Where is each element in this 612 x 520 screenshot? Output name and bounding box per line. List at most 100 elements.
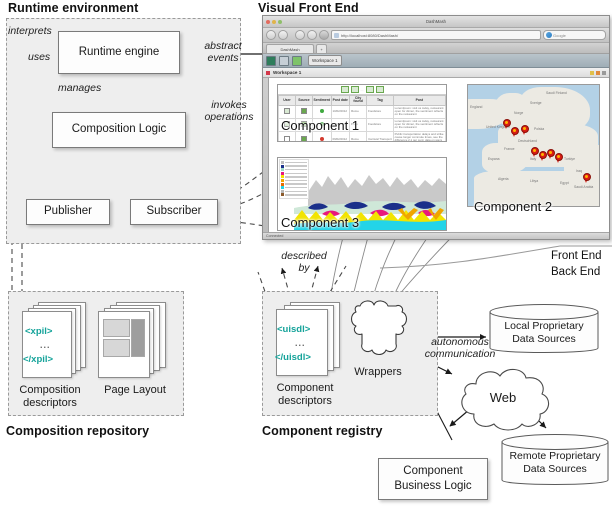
map-label: Norge xyxy=(514,111,524,115)
section-title-composition-repository: Composition repository xyxy=(6,424,150,438)
component-1-caption: Component 1 xyxy=(281,118,360,133)
invokes-line2: operations xyxy=(204,111,254,124)
label-invokes-operations: invokes operations xyxy=(196,99,262,123)
uisdl-close-tag: </uisdl> xyxy=(275,352,311,363)
cell-post: LoremIpsum: visit us today, restaurant o… xyxy=(392,117,446,132)
app-toolbar[interactable]: Workspace 1 xyxy=(263,54,609,68)
local-data-sources-label: Local Proprietary Data Sources xyxy=(488,320,600,346)
workspace-chip[interactable]: Workspace 1 xyxy=(308,55,342,66)
workspace-canvas[interactable]: ··· User Source Sentiment Post date City… xyxy=(263,78,609,232)
open-icon[interactable] xyxy=(279,55,289,66)
local-sources-line1: Local Proprietary xyxy=(504,320,584,332)
row-sentiment-dot xyxy=(319,109,324,114)
save-icon[interactable] xyxy=(266,55,276,66)
component-1-table-widget[interactable]: ··· User Source Sentiment Post date City… xyxy=(277,84,447,142)
browser-titlebar[interactable]: DashMash xyxy=(263,16,609,28)
wrappers-caption: Wrappers xyxy=(354,366,402,378)
map-label: Iraq xyxy=(576,169,582,173)
map-label: Sverige xyxy=(530,101,542,105)
back-end-label: Back End xyxy=(551,266,601,278)
label-described-by: described by xyxy=(272,250,336,274)
stop-icon[interactable] xyxy=(307,30,317,40)
map-label: Libya xyxy=(530,179,539,183)
abstract-events-line1: abstract xyxy=(204,40,242,52)
label-interprets: interprets xyxy=(8,25,52,37)
composition-descriptors-line2: descriptors xyxy=(23,397,77,410)
diagram-canvas: Runtime environment Runtime engine Compo… xyxy=(0,0,612,520)
web-label: Web xyxy=(489,390,517,405)
status-text: Connected xyxy=(266,234,284,238)
abstract-events-line2: events xyxy=(207,52,239,65)
web-cloud[interactable]: Web xyxy=(448,364,558,432)
th-source: Source xyxy=(294,95,313,106)
map-label: Saudi Arabia xyxy=(574,185,594,189)
cell-tag: Foodstore xyxy=(366,117,394,132)
component-descriptors-stack[interactable]: <uisdl> ... </uisdl> xyxy=(275,302,348,384)
warning-icon[interactable] xyxy=(590,70,594,75)
component-3-caption: Component 3 xyxy=(281,215,360,230)
composition-logic-box[interactable]: Composition Logic xyxy=(52,112,186,148)
add-workspace-icon[interactable] xyxy=(292,55,302,66)
workspace-panel-header[interactable]: Workspace 1 xyxy=(263,68,609,78)
subscriber-label: Subscriber xyxy=(146,205,202,218)
browser-navbar[interactable]: http://localhost:8080/DashMash/ Google xyxy=(263,28,609,43)
back-icon[interactable] xyxy=(266,30,276,40)
uisdl-ellipsis: ... xyxy=(295,338,306,348)
label-uses: uses xyxy=(28,51,51,63)
runtime-engine-box[interactable]: Runtime engine xyxy=(58,31,180,74)
page-layout-stack[interactable] xyxy=(98,302,170,384)
new-tab-button[interactable]: + xyxy=(316,44,327,53)
section-title-runtime-environment: Runtime environment xyxy=(8,1,139,15)
browser-tab-dashmash[interactable]: DashMash xyxy=(266,44,314,53)
th-city-found: City found xyxy=(349,95,368,106)
local-data-sources-cylinder[interactable]: Local Proprietary Data Sources xyxy=(488,302,600,358)
help-icon[interactable] xyxy=(596,70,600,75)
xpil-close-tag: </xpil> xyxy=(23,354,54,365)
table-header-row: User Source Sentiment Post date City fou… xyxy=(278,95,446,106)
cell-city: Rome xyxy=(349,104,368,119)
remote-data-sources-cylinder[interactable]: Remote Proprietary Data Sources xyxy=(500,432,610,490)
url-input[interactable]: http://localhost:8080/DashMash/ xyxy=(331,30,541,40)
page-layout-caption: Page Layout xyxy=(104,384,166,396)
uisdl-open-tag: <uisdl> xyxy=(277,324,311,335)
remote-sources-line1: Remote Proprietary xyxy=(509,450,601,462)
browser-statusbar: Connected xyxy=(263,232,609,239)
subscriber-box[interactable]: Subscriber xyxy=(130,199,218,225)
browser-tabstrip[interactable]: DashMash + xyxy=(263,43,609,54)
filter-icon[interactable] xyxy=(340,86,349,93)
panel-actions[interactable] xyxy=(590,70,606,75)
map-label: Turkiye xyxy=(564,157,575,161)
forward-icon[interactable] xyxy=(278,30,288,40)
th-user: User xyxy=(278,95,296,106)
close-panel-icon[interactable] xyxy=(602,70,606,75)
xpil-ellipsis: ... xyxy=(40,340,51,350)
component-descriptors-line2: descriptors xyxy=(278,395,332,408)
sort-icon[interactable] xyxy=(350,86,359,93)
table-widget-toolbar[interactable]: ··· xyxy=(278,85,446,95)
component-business-logic-box[interactable]: Component Business Logic xyxy=(378,458,488,500)
composition-descriptors-stack[interactable]: <xpil> ... </xpil> xyxy=(22,302,92,384)
remote-data-sources-label: Remote Proprietary Data Sources xyxy=(500,450,610,476)
home-icon[interactable] xyxy=(319,30,329,40)
export-icon[interactable] xyxy=(365,86,374,93)
cell-post: LoremIpsum: visit us today, restaurant o… xyxy=(392,104,446,119)
local-sources-line2: Data Sources xyxy=(512,333,576,346)
map-label: England xyxy=(470,105,483,109)
cell-post-date: 10/02/2012 xyxy=(330,104,351,119)
component-2-map-widget[interactable]: England Sverige Norge Saudi Finland Unit… xyxy=(467,84,600,207)
table-row[interactable]: 10/02/2012 Rome Foodstore LoremIpsum: vi… xyxy=(278,104,446,119)
row-flag-icon xyxy=(283,108,290,115)
label-abstract-events: abstract events xyxy=(196,40,250,64)
th-post: Post xyxy=(392,95,446,106)
map-label: Polska xyxy=(534,127,545,131)
search-input[interactable]: Google xyxy=(543,30,606,40)
refresh-icon[interactable] xyxy=(375,86,384,93)
component-descriptors-caption: Component descriptors xyxy=(264,382,346,408)
row-source-icon xyxy=(300,108,307,115)
wrappers-puzzle-icon[interactable] xyxy=(346,296,410,362)
row-sentiment-dot xyxy=(319,136,324,141)
map-label: Algeria xyxy=(498,177,509,181)
publisher-box[interactable]: Publisher xyxy=(26,199,110,225)
reload-icon[interactable] xyxy=(295,30,305,40)
row-source-icon xyxy=(300,135,307,141)
